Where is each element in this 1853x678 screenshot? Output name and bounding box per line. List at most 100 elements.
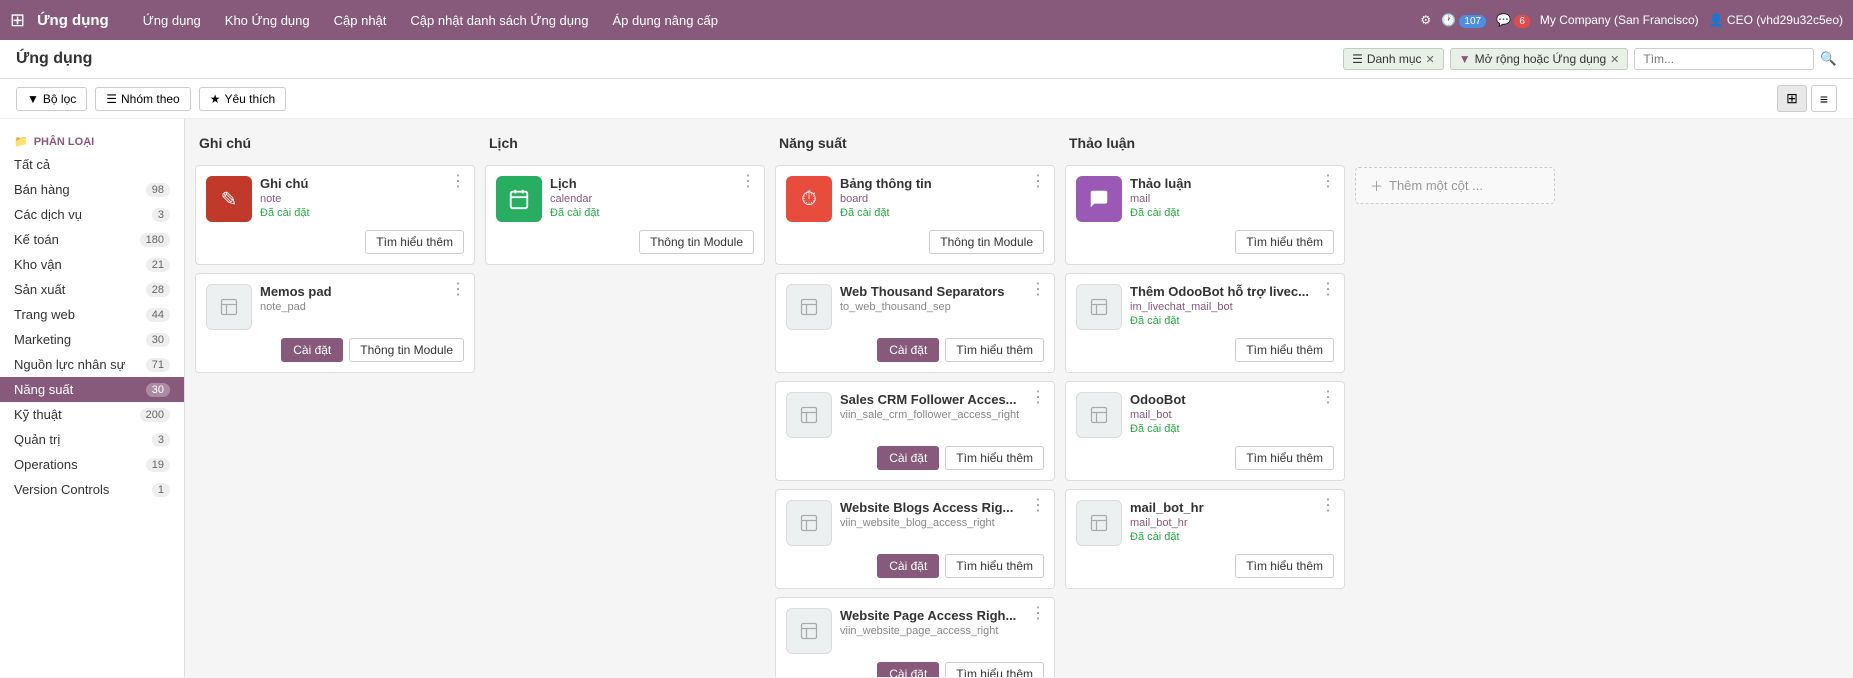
learn-more-button[interactable]: Tìm hiểu thêm [945, 662, 1044, 677]
card-menu-button[interactable]: ⋮ [1320, 390, 1336, 406]
sidebar-item-kho-vận[interactable]: Kho vận21 [0, 252, 184, 277]
module-info-button[interactable]: Thông tin Module [639, 230, 754, 254]
filter-tag-mo-rong[interactable]: ▼ Mở rộng hoặc Ứng dụng ✕ [1450, 48, 1629, 70]
view-list-button[interactable]: ≡ [1811, 85, 1837, 112]
card-header: ⏱ Bảng thông tin board Đã cài đặt [786, 176, 1044, 222]
sidebar-item-trang-web[interactable]: Trang web44 [0, 302, 184, 327]
sidebar-item-quản-trị[interactable]: Quản trị3 [0, 427, 184, 452]
main-layout: 📁 PHÂN LOẠI Tất cảBán hàng98Các dịch vụ3… [0, 119, 1853, 677]
top-nav: ⊞ Ứng dụng Ứng dụng Kho Ứng dụng Cập nhậ… [0, 0, 1853, 40]
card-sales-crm-card: ⋮ Sales CRM Follower Acces... viin_sale_… [775, 381, 1055, 481]
install-button[interactable]: Cài đặt [877, 338, 939, 362]
install-button[interactable]: Cài đặt [877, 446, 939, 470]
folder-icon: 📁 [14, 135, 28, 148]
filter-tag-mo-rong-close[interactable]: ✕ [1610, 53, 1619, 66]
group-label: Nhóm theo [121, 92, 180, 106]
install-button[interactable]: Cài đặt [281, 338, 343, 362]
card-menu-button[interactable]: ⋮ [1320, 282, 1336, 298]
sidebar-item-kế-toán[interactable]: Kế toán180 [0, 227, 184, 252]
card-menu-button[interactable]: ⋮ [1030, 282, 1046, 298]
card-icon [1076, 176, 1122, 222]
card-menu-button[interactable]: ⋮ [1030, 174, 1046, 190]
timer-icon[interactable]: 🕐 107 [1441, 13, 1486, 27]
timer-badge: 107 [1459, 15, 1486, 28]
group-icon: ☰ [106, 92, 117, 106]
sidebar-item-marketing[interactable]: Marketing30 [0, 327, 184, 352]
user-avatar[interactable]: 👤 CEO (vhd29u32c5eo) [1709, 13, 1843, 27]
learn-more-button[interactable]: Tìm hiểu thêm [945, 338, 1044, 362]
learn-more-button[interactable]: Tìm hiểu thêm [365, 230, 464, 254]
sidebar-item-tất-cả[interactable]: Tất cả [0, 152, 184, 177]
card-menu-button[interactable]: ⋮ [450, 174, 466, 190]
sidebar-item-bán-hàng[interactable]: Bán hàng98 [0, 177, 184, 202]
card-actions: Tìm hiểu thêm [1076, 554, 1334, 578]
group-button[interactable]: ☰ Nhóm theo [95, 87, 190, 111]
chat-icon[interactable]: 💬 6 [1496, 13, 1530, 27]
content-area: Ghi chú ⋮ ✎ Ghi chú note Đã cài đặt Tìm … [185, 119, 1853, 677]
sidebar-item-count: 28 [146, 283, 170, 297]
sidebar-item-label: Các dịch vụ [14, 207, 82, 222]
learn-more-button[interactable]: Tìm hiểu thêm [1235, 446, 1334, 470]
nav-ung-dung[interactable]: Ứng dụng [133, 9, 211, 32]
learn-more-button[interactable]: Tìm hiểu thêm [945, 554, 1044, 578]
sidebar-item-kỹ-thuật[interactable]: Kỹ thuật200 [0, 402, 184, 427]
card-info: Ghi chú note Đã cài đặt [260, 176, 464, 219]
sidebar-item-label: Tất cả [14, 157, 50, 172]
sidebar-item-label: Operations [14, 457, 78, 472]
card-info: Website Blogs Access Rig... viin_website… [840, 500, 1044, 531]
sidebar-item-count: 1 [152, 483, 170, 497]
nav-cap-nhat-ds[interactable]: Cập nhật danh sách Ứng dụng [400, 9, 598, 32]
nav-ap-dung[interactable]: Áp dụng nâng cấp [602, 9, 728, 32]
settings-icon[interactable]: ⚙ [1420, 13, 1431, 27]
list-icon: ☰ [1352, 52, 1363, 66]
filter-tag-danh-muc-close[interactable]: ✕ [1426, 53, 1435, 66]
learn-more-button[interactable]: Tìm hiểu thêm [1235, 338, 1334, 362]
sidebar-item-version-controls[interactable]: Version Controls1 [0, 477, 184, 502]
install-button[interactable]: Cài đặt [877, 554, 939, 578]
card-menu-button[interactable]: ⋮ [1030, 606, 1046, 622]
column-header-thao-luan: Thảo luận [1065, 129, 1345, 157]
filter-button[interactable]: ▼ Bộ lọc [16, 87, 87, 111]
install-button[interactable]: Cài đặt [877, 662, 939, 677]
card-name: Thảo luận [1130, 176, 1334, 191]
search-button[interactable]: 🔍 [1820, 51, 1837, 67]
sidebar-item-count: 180 [140, 233, 170, 247]
nav-kho[interactable]: Kho Ứng dụng [215, 9, 320, 32]
column-thao-luan: Thảo luận ⋮ Thảo luận mail Đã cài đặt Tì… [1065, 129, 1345, 677]
sidebar-item-năng-suất[interactable]: Năng suất30 [0, 377, 184, 402]
sidebar-item-sản-xuất[interactable]: Sản xuất 28 [0, 277, 184, 302]
sidebar-item-nguồn-lực-nhân-sự[interactable]: Nguồn lực nhân sự71 [0, 352, 184, 377]
card-header: Lịch calendar Đã cài đặt [496, 176, 754, 222]
card-menu-button[interactable]: ⋮ [1030, 390, 1046, 406]
sidebar-item-các-dịch-vụ[interactable]: Các dịch vụ3 [0, 202, 184, 227]
card-menu-button[interactable]: ⋮ [450, 282, 466, 298]
learn-more-button[interactable]: Tìm hiểu thêm [945, 446, 1044, 470]
card-odoobot-card: ⋮ OdooBot mail_bot Đã cài đặt Tìm hiểu t… [1065, 381, 1345, 481]
module-info-button[interactable]: Thông tin Module [349, 338, 464, 362]
page-title: Ứng dụng [16, 50, 92, 68]
card-tech: mail_bot_hr [1130, 517, 1334, 529]
sidebar-item-operations[interactable]: Operations19 [0, 452, 184, 477]
card-menu-button[interactable]: ⋮ [1030, 498, 1046, 514]
app-grid-icon[interactable]: ⊞ [10, 10, 25, 31]
card-menu-button[interactable]: ⋮ [1320, 174, 1336, 190]
card-name: OdooBot [1130, 392, 1334, 407]
learn-more-button[interactable]: Tìm hiểu thêm [1235, 554, 1334, 578]
card-header: Website Page Access Righ... viin_website… [786, 608, 1044, 654]
view-grid-button[interactable]: ⊞ [1777, 85, 1807, 112]
card-actions: Cài đặtTìm hiểu thêm [786, 338, 1044, 362]
sidebar-item-count: 98 [146, 183, 170, 197]
add-column-button[interactable]: ＋Thêm một cột ... [1355, 167, 1555, 204]
module-info-button[interactable]: Thông tin Module [929, 230, 1044, 254]
card-menu-button[interactable]: ⋮ [1320, 498, 1336, 514]
card-header: Website Blogs Access Rig... viin_website… [786, 500, 1044, 546]
learn-more-button[interactable]: Tìm hiểu thêm [1235, 230, 1334, 254]
columns-wrapper: Ghi chú ⋮ ✎ Ghi chú note Đã cài đặt Tìm … [185, 119, 1853, 677]
card-menu-button[interactable]: ⋮ [740, 174, 756, 190]
sidebar-item-label: Sản xuất [14, 282, 65, 297]
sidebar-item-label: Trang web [14, 307, 75, 322]
search-input[interactable] [1634, 48, 1814, 70]
nav-cap-nhat[interactable]: Cập nhật [324, 9, 397, 32]
fav-button[interactable]: ★ Yêu thích [199, 87, 286, 111]
filter-tag-danh-muc[interactable]: ☰ Danh mục ✕ [1343, 48, 1444, 70]
